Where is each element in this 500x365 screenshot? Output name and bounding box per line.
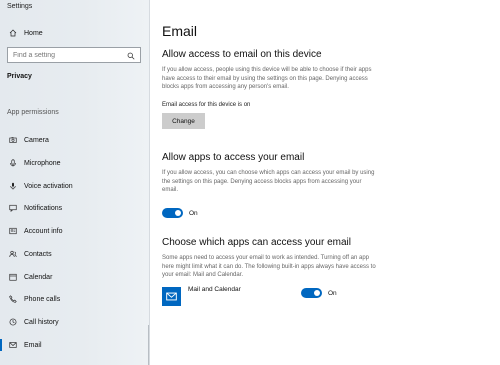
page-title: Email — [162, 23, 198, 39]
sidebar-item-email[interactable]: Email — [0, 334, 149, 356]
search-input[interactable] — [13, 51, 125, 59]
sidebar-item-contacts[interactable]: Contacts — [0, 243, 149, 265]
device-access-status: Email access for this device is on — [162, 102, 251, 108]
history-icon — [9, 318, 17, 326]
app-access-toggle[interactable] — [162, 208, 183, 218]
mail-calendar-toggle-label: On — [328, 289, 337, 297]
toggle-knob — [314, 290, 320, 296]
voice-icon — [9, 182, 17, 190]
section-app-permissions: App permissions — [7, 109, 59, 116]
app-name-mail-calendar: Mail and Calendar — [188, 286, 241, 293]
sidebar-item-label: Call history — [24, 318, 59, 326]
sidebar-item-label: Calendar — [24, 273, 53, 281]
home-icon — [9, 29, 17, 37]
window-title: Settings — [7, 3, 33, 10]
sidebar-item-label: Phone calls — [24, 295, 61, 303]
notifications-icon — [9, 204, 17, 212]
mail-icon — [9, 341, 17, 349]
device-access-description: If you allow access, people using this d… — [162, 67, 372, 90]
sidebar-item-label: Email — [24, 341, 42, 349]
contacts-icon — [9, 250, 17, 258]
mail-app-icon — [162, 287, 181, 306]
sidebar-item-camera[interactable]: Camera — [0, 129, 149, 151]
sidebar-item-home[interactable]: Home — [0, 22, 149, 44]
sidebar-item-label: Home — [24, 29, 43, 37]
calendar-icon — [9, 273, 17, 281]
toggle-knob — [175, 210, 181, 216]
sidebar-scrollbar[interactable] — [148, 325, 149, 365]
sidebar-item-label: Camera — [24, 136, 49, 144]
sidebar-item-label: Microphone — [24, 159, 61, 167]
sidebar-item-voice-activation[interactable]: Voice activation — [0, 175, 149, 197]
sidebar-item-label: Notifications — [24, 204, 63, 212]
sidebar-item-call-history[interactable]: Call history — [0, 311, 149, 333]
mail-calendar-toggle-row[interactable]: On — [301, 288, 337, 298]
sidebar-item-calendar[interactable]: Calendar — [0, 266, 149, 288]
app-access-description: If you allow access, you can choose whic… — [162, 170, 375, 193]
section-privacy: Privacy — [7, 73, 32, 80]
sidebar-item-microphone[interactable]: Microphone — [0, 152, 149, 174]
sidebar-item-account-info[interactable]: Account info — [0, 220, 149, 242]
search-icon[interactable] — [127, 52, 135, 60]
phone-icon — [9, 295, 17, 303]
choose-apps-description: Some apps need to access your email to w… — [162, 255, 376, 278]
sidebar-item-phone-calls[interactable]: Phone calls — [0, 288, 149, 310]
app-access-toggle-label: On — [189, 209, 198, 217]
sidebar-item-label: Voice activation — [24, 182, 73, 190]
device-access-heading: Allow access to email on this device — [162, 49, 322, 60]
account-icon — [9, 227, 17, 235]
sidebar: Settings Home Privacy App permissions Ca… — [0, 0, 150, 365]
sidebar-item-label: Contacts — [24, 250, 52, 258]
app-access-toggle-row[interactable]: On — [162, 208, 198, 218]
mail-calendar-toggle[interactable] — [301, 288, 322, 298]
microphone-icon — [9, 159, 17, 167]
change-button[interactable]: Change — [162, 113, 205, 129]
choose-apps-heading: Choose which apps can access your email — [162, 237, 351, 248]
main-content: Email Allow access to email on this devi… — [151, 0, 500, 365]
app-access-heading: Allow apps to access your email — [162, 152, 305, 163]
camera-icon — [9, 136, 17, 144]
sidebar-item-notifications[interactable]: Notifications — [0, 197, 149, 219]
sidebar-item-label: Account info — [24, 227, 63, 235]
search-field[interactable] — [7, 47, 141, 63]
